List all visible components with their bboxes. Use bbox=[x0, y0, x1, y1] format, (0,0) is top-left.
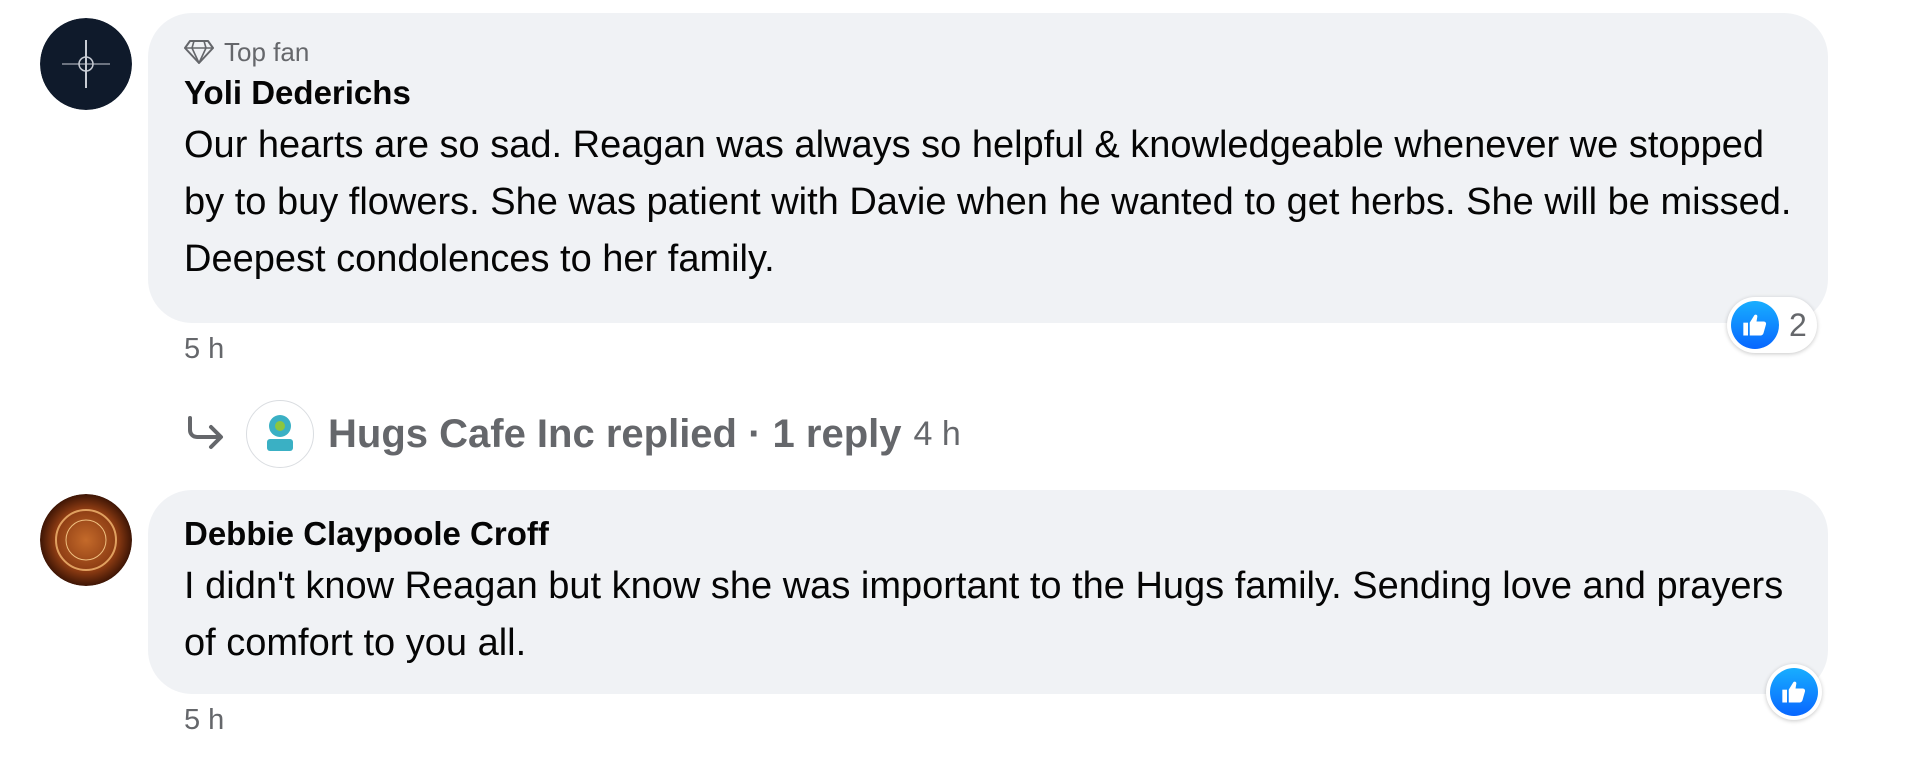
hugs-logo-icon bbox=[267, 415, 293, 451]
avatar bbox=[246, 400, 314, 468]
comment-author[interactable]: Yoli Dederichs bbox=[184, 73, 1792, 113]
top-fan-badge[interactable]: Top fan bbox=[184, 35, 1792, 69]
comment-author[interactable]: Debbie Claypoole Croff bbox=[184, 514, 1792, 554]
comment-timestamp[interactable]: 5 h bbox=[184, 333, 224, 366]
like-icon bbox=[1770, 668, 1818, 716]
reaction-count: 2 bbox=[1789, 306, 1807, 343]
replies-summary[interactable]: Hugs Cafe Inc replied · 1 reply 4 h bbox=[184, 400, 961, 468]
avatar[interactable] bbox=[40, 494, 132, 586]
reaction-summary[interactable]: 2 bbox=[1727, 297, 1817, 353]
reply-timestamp[interactable]: 4 h bbox=[914, 415, 961, 454]
badge-label: Top fan bbox=[224, 36, 310, 67]
comment-text: I didn't know Reagan but know she was im… bbox=[184, 565, 1784, 664]
reaction-summary[interactable] bbox=[1766, 664, 1822, 720]
comment-timestamp[interactable]: 5 h bbox=[184, 704, 224, 737]
comment-bubble: Top fan Yoli Dederichs Our hearts are so… bbox=[148, 13, 1828, 323]
comments-section: Top fan Yoli Dederichs Our hearts are so… bbox=[0, 0, 1920, 759]
reply-arrow-icon bbox=[188, 416, 223, 449]
reply-summary-text[interactable]: Hugs Cafe Inc replied · 1 reply bbox=[328, 412, 902, 457]
avatar[interactable] bbox=[40, 18, 132, 110]
like-icon bbox=[1731, 301, 1779, 349]
diamond-icon bbox=[184, 40, 214, 64]
comment-text: Our hearts are so sad. Reagan was always… bbox=[184, 124, 1792, 280]
comment-bubble: Debbie Claypoole Croff I didn't know Rea… bbox=[148, 490, 1828, 694]
